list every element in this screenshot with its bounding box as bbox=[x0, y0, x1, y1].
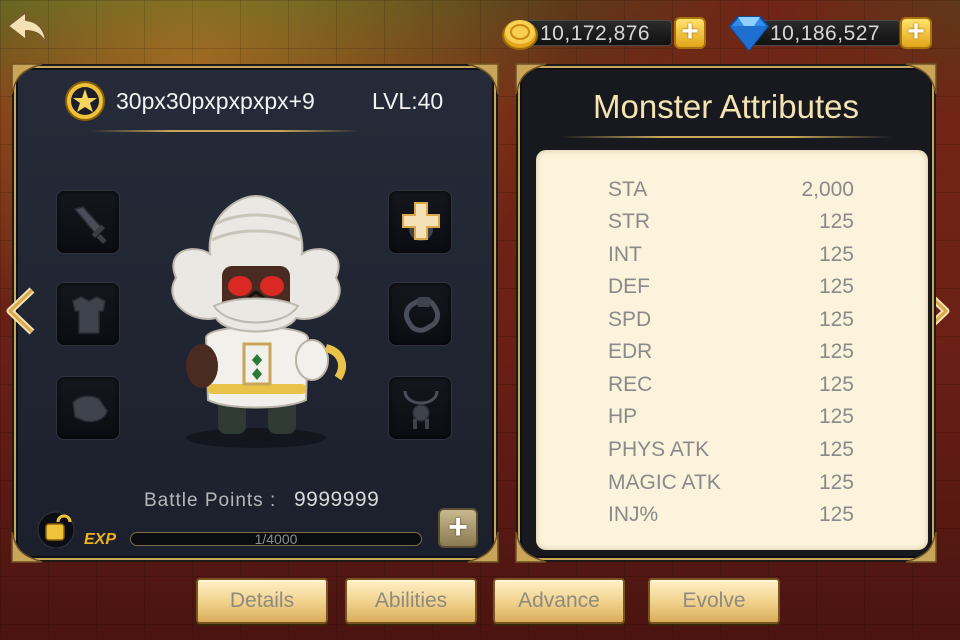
attribute-name: REC bbox=[608, 373, 653, 396]
monster-name: 30px30pxpxpxpx+9 bbox=[116, 88, 315, 114]
attribute-name: PHYS ATK bbox=[608, 438, 710, 461]
exp-text: 1/4000 bbox=[254, 532, 298, 546]
attribute-name: SPD bbox=[608, 308, 652, 331]
attribute-value: 125 bbox=[818, 308, 854, 331]
title-divider bbox=[560, 136, 892, 138]
ornament-corner bbox=[466, 62, 500, 96]
back-button[interactable] bbox=[4, 6, 52, 52]
add-equipment-slot[interactable] bbox=[388, 190, 452, 254]
lock-toggle-button[interactable] bbox=[36, 508, 76, 549]
attribute-value: 125 bbox=[818, 340, 854, 363]
attribute-value: 125 bbox=[818, 243, 854, 266]
unlock-icon bbox=[37, 511, 75, 549]
tab-details[interactable]: Details bbox=[196, 578, 328, 624]
add-gems-button[interactable]: + bbox=[900, 17, 932, 49]
attribute-name: INT bbox=[608, 243, 642, 266]
attribute-name: DEF bbox=[608, 275, 650, 298]
attribute-value: 125 bbox=[818, 471, 854, 494]
attribute-row: PHYS ATK 125 bbox=[536, 434, 928, 466]
attribute-value: 125 bbox=[818, 373, 854, 396]
attribute-row: REC 125 bbox=[536, 369, 928, 401]
attribute-row: HP 125 bbox=[536, 401, 928, 433]
back-arrow-icon bbox=[7, 11, 47, 45]
tab-advance[interactable]: Advance bbox=[493, 578, 625, 624]
ornament-corner bbox=[10, 62, 44, 96]
attribute-value: 125 bbox=[818, 210, 854, 233]
attribute-name: MAGIC ATK bbox=[608, 471, 721, 494]
attribute-row: STA 2,000 bbox=[536, 174, 928, 206]
tab-evolve[interactable]: Evolve bbox=[648, 578, 780, 624]
ring-slot[interactable] bbox=[388, 282, 452, 346]
attribute-row: INT 125 bbox=[536, 239, 928, 271]
star-badge-icon bbox=[65, 81, 105, 121]
attribute-value: 125 bbox=[818, 275, 854, 298]
boots-slot[interactable] bbox=[56, 376, 120, 440]
attributes-panel: Monster Attributes STA 2,000 STR 125 INT… bbox=[515, 63, 937, 563]
attribute-row: INJ% 125 bbox=[536, 499, 928, 531]
battle-points-label: Battle Points : bbox=[144, 490, 277, 511]
chevron-left-icon bbox=[6, 287, 35, 335]
attribute-row: STR 125 bbox=[536, 206, 928, 238]
add-exp-button[interactable]: + bbox=[438, 508, 478, 548]
boot-icon bbox=[72, 395, 108, 423]
armor-icon bbox=[72, 296, 106, 334]
exp-label: EXP bbox=[84, 531, 117, 548]
sword-icon bbox=[73, 206, 107, 244]
necklace-slot[interactable] bbox=[388, 376, 452, 440]
blue-diamond-icon bbox=[728, 16, 770, 52]
gem-currency: 10,186,527 + bbox=[726, 16, 936, 52]
weapon-slot[interactable] bbox=[56, 190, 120, 254]
attribute-name: EDR bbox=[608, 340, 653, 363]
name-divider bbox=[90, 130, 360, 132]
attribute-row: EDR 125 bbox=[536, 336, 928, 368]
add-gold-button[interactable]: + bbox=[674, 17, 706, 49]
attribute-value: 125 bbox=[818, 438, 854, 461]
exp-bar: 1/4000 bbox=[130, 532, 422, 546]
necklace-icon bbox=[403, 390, 439, 429]
gold-currency: 10,172,876 + bbox=[500, 16, 708, 50]
attribute-name: HP bbox=[608, 405, 638, 428]
attributes-title: Monster Attributes bbox=[593, 88, 859, 125]
attribute-row: MAGIC ATK 125 bbox=[536, 467, 928, 499]
attribute-name: INJ% bbox=[608, 503, 659, 526]
gem-value: 10,186,527 bbox=[770, 22, 881, 45]
gold-value: 10,172,876 bbox=[540, 22, 651, 45]
attribute-row: SPD 125 bbox=[536, 304, 928, 336]
add-slot-icon bbox=[402, 202, 440, 241]
monster-portrait bbox=[171, 194, 346, 448]
attribute-value: 125 bbox=[818, 503, 854, 526]
ring-icon bbox=[403, 297, 441, 333]
previous-monster-button[interactable] bbox=[2, 284, 42, 338]
attributes-list: STA 2,000 STR 125 INT 125 DEF 125 SPD 12… bbox=[536, 150, 928, 550]
attribute-row: DEF 125 bbox=[536, 271, 928, 303]
battle-points-value: 9999999 bbox=[294, 488, 380, 511]
attribute-name: STA bbox=[608, 178, 648, 201]
gold-coin-icon bbox=[502, 20, 538, 50]
armor-slot[interactable] bbox=[56, 282, 120, 346]
monster-panel: 30px30pxpxpxpx+9 LVL:40 Battle Points: … bbox=[11, 63, 499, 563]
tab-abilities[interactable]: Abilities bbox=[345, 578, 477, 624]
monster-level: LVL:40 bbox=[372, 88, 444, 114]
attribute-value: 2,000 bbox=[801, 178, 854, 201]
attribute-value: 125 bbox=[818, 405, 854, 428]
attribute-name: STR bbox=[608, 210, 650, 233]
